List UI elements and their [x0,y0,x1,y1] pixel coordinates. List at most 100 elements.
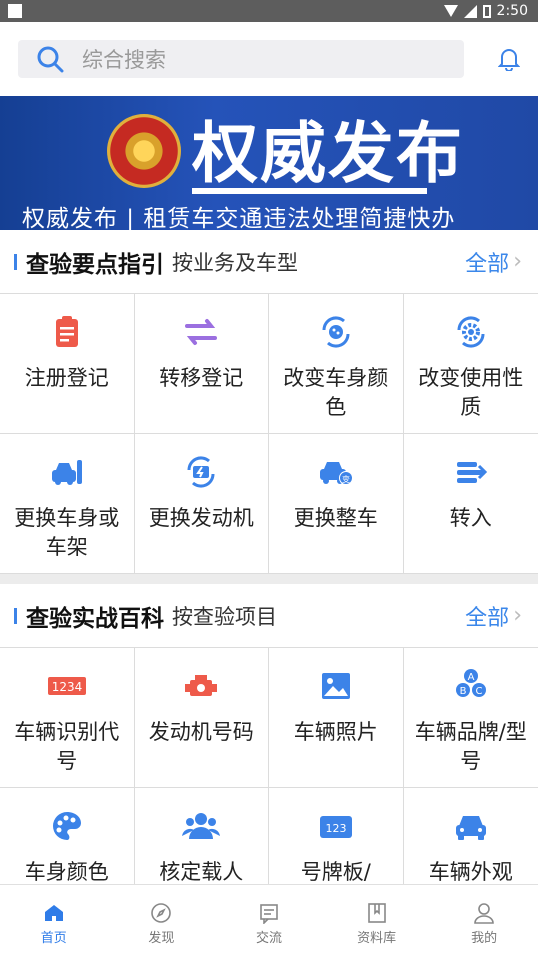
section-gap [0,574,538,584]
grid-item[interactable]: 变更换整车 [269,434,404,574]
status-bar: 2:50 [0,0,538,22]
grid-item[interactable]: 注册登记 [0,294,135,434]
grid-item-label: 改变使用性质 [418,366,524,419]
battery-icon [482,4,491,18]
grid-item-label: 号牌板/ [300,860,371,884]
grid-item-label: 车辆识别代号 [14,720,120,773]
section-all-link[interactable]: 全部 › [465,600,538,632]
tab-compass[interactable]: 发现 [108,885,216,956]
car-color-change-icon [269,312,403,352]
section-title: 查验要点指引 [26,251,164,278]
user-icon [430,901,538,925]
chevron-right-icon: › [513,603,522,628]
grid-item[interactable]: 转移登记 [134,294,269,434]
grid-item-label: 注册登记 [24,366,109,390]
svg-text:123: 123 [325,822,346,835]
grid-item-label: 转入 [449,506,492,530]
grid-item-label: 车辆品牌/型号 [414,720,527,773]
grid-item[interactable]: 123 号牌板/ [269,788,404,884]
svg-text:C: C [475,686,482,697]
bottom-tab-bar: 首页 发现 交流 资料库 我的 [0,884,538,956]
car-repair-icon [0,452,134,492]
transfer-arrows-icon [135,312,269,352]
grid-item[interactable]: 1234 车辆识别代号 [0,648,135,788]
home-icon [0,901,108,925]
section-marker [14,607,17,624]
grid-item-label: 车身颜色 [24,860,109,884]
svg-text:变: 变 [342,474,350,484]
grid-item-label: 转移登记 [159,366,244,390]
grid-item[interactable]: 车辆照片 [269,648,404,788]
tab-label: 交流 [255,931,282,946]
grid-item[interactable]: 核定载人 [135,788,269,884]
tab-label: 资料库 [357,931,397,946]
chat-icon [215,901,323,925]
grid-item[interactable]: 更换车身或车架 [0,434,135,574]
gear-change-icon [404,312,538,352]
tab-label: 发现 [148,931,175,946]
book-icon [323,901,431,925]
section-subtitle: 按查验项目 [172,604,277,629]
tab-label: 我的 [471,931,498,946]
grid-item-label: 发动机号码 [148,720,254,744]
plate-123-icon: 123 [269,806,403,846]
search-icon [37,46,64,73]
grid-item-label: 核定载人 [159,860,244,884]
tab-chat[interactable]: 交流 [215,885,323,956]
section-marker [14,253,17,270]
photo-icon [269,666,403,706]
header: 综合搜索 [0,22,538,96]
vin-1234-icon: 1234 [0,666,134,706]
content-scroll[interactable]: 查验要点指引 按业务及车型 全部 › 注册登记 转移登记 改变车身颜色 改变使用性质更… [0,230,538,884]
bell-icon[interactable] [498,47,520,71]
banner[interactable]: 权威发布 权威发布 | 租赁车交通违法处理简捷快办 [0,96,538,230]
search-placeholder: 综合搜索 [82,48,166,72]
people-icon [135,806,269,846]
grid-item[interactable]: 发动机号码 [134,648,269,788]
signal-icon [463,4,477,18]
engine-change-icon [135,452,269,492]
transfer-in-icon [404,452,538,492]
wiki-grid: 1234 车辆识别代号 发动机号码 车辆照片 A B C 车辆品牌/型号车身颜色 核定载人 123… [0,648,538,884]
grid-item-label: 更换车身或车架 [14,506,120,559]
search-input[interactable]: 综合搜索 [18,40,464,78]
grid-item[interactable]: 车身颜色 [0,788,135,884]
section-all-link[interactable]: 全部 › [465,246,538,278]
compass-icon [108,901,216,925]
police-emblem-icon [107,114,181,188]
tab-home[interactable]: 首页 [0,885,108,956]
chevron-right-icon: › [513,249,522,274]
grid-item[interactable]: 改变使用性质 [403,294,538,434]
svg-text:A: A [467,672,474,683]
grid-item[interactable]: 更换发动机 [134,434,269,574]
all-label: 全部 [465,605,510,631]
svg-text:B: B [459,686,466,697]
banner-subtitle: 权威发布 | 租赁车交通违法处理简捷快办 [22,206,456,230]
car-swap-icon: 变 [269,452,403,492]
grid-item-label: 改变车身颜色 [283,366,389,419]
all-label: 全部 [465,251,510,277]
grid-item[interactable]: 改变车身颜色 [269,294,404,434]
grid-item-label: 更换整车 [293,506,378,530]
abc-icon: ABC [404,666,538,706]
grid-item-label: 车辆照片 [293,720,378,744]
wifi-icon [443,5,458,17]
tab-book[interactable]: 资料库 [323,885,431,956]
guide-grid: 注册登记 转移登记 改变车身颜色 改变使用性质 更换车身或车架 更换发动机变更换整车 转入 [0,294,538,574]
section-title: 查验实战百科 [26,605,164,632]
palette-icon [0,806,134,846]
tab-label: 首页 [40,931,67,946]
grid-item[interactable]: A B C 车辆品牌/型号 [403,648,538,788]
car-front-icon [404,806,538,846]
notification-icon [8,4,22,18]
status-time: 2:50 [496,3,528,19]
grid-item[interactable]: 车辆外观 [404,788,538,884]
engine-icon [135,666,269,706]
clipboard-icon [0,312,134,352]
grid-item-label: 更换发动机 [148,506,254,530]
banner-divider [192,188,427,194]
tab-user[interactable]: 我的 [430,885,538,956]
section-guide-header: 查验要点指引 按业务及车型 全部 › [0,230,538,294]
section-subtitle: 按业务及车型 [172,250,298,275]
grid-item[interactable]: 转入 [403,434,538,574]
